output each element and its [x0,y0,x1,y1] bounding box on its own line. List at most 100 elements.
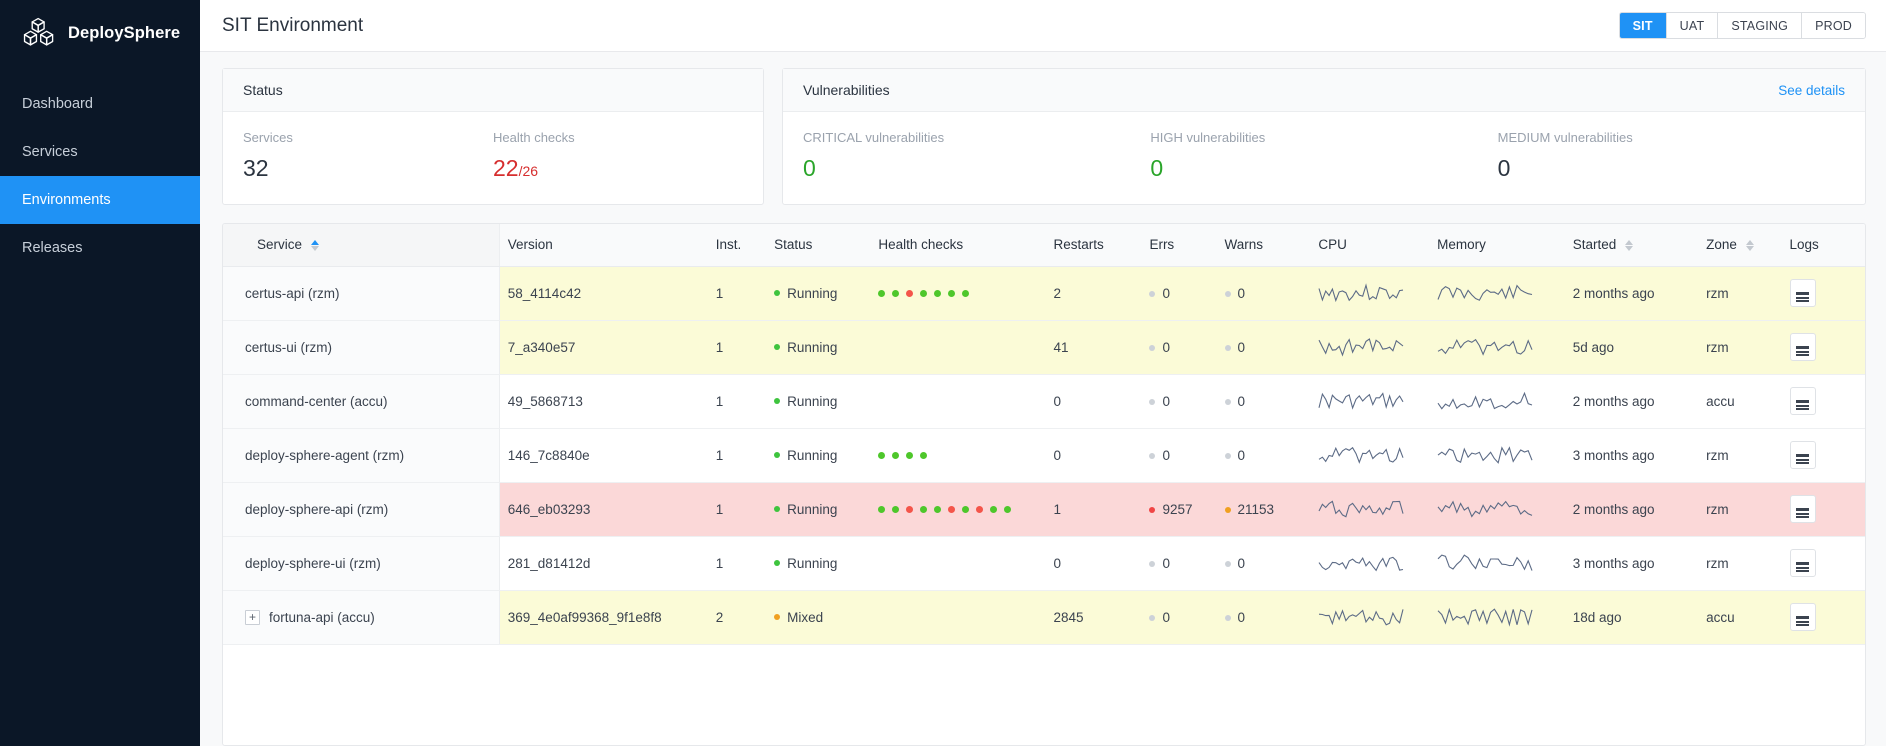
cell-cpu-sparkline [1310,536,1430,591]
status-card-header: Status [223,69,763,112]
chevron-down-icon [310,246,319,252]
sort-indicator-service[interactable] [310,240,319,252]
cell-health-checks [870,320,1046,375]
chevron-down-icon [1745,246,1754,252]
list-lines-icon [1796,562,1810,572]
sort-indicator-started[interactable] [1624,240,1633,252]
table-row[interactable]: certus-ui (rzm) 7_a340e57 1 Running 41 0 0 5d a… [223,320,1865,375]
cell-service[interactable]: + fortuna-api (accu) [223,590,500,645]
cell-warns: 0 [1216,266,1311,321]
brand[interactable]: DeploySphere [0,0,200,66]
logs-button[interactable] [1789,603,1816,631]
status-card-body: Services 32 Health checks 22/26 [223,112,763,204]
col-header-warns[interactable]: Warns [1216,224,1311,267]
col-header-version[interactable]: Version [499,224,708,267]
app-root: DeploySphere Dashboard Services Environm… [0,0,1886,746]
errs-value: 0 [1162,393,1170,409]
cell-zone: rzm [1698,266,1782,321]
col-label: CPU [1318,237,1347,253]
col-header-logs: Logs [1781,224,1865,267]
status-dot-icon [774,560,781,566]
cell-errs: 0 [1141,536,1217,591]
col-label: Restarts [1053,237,1104,253]
col-header-errs[interactable]: Errs [1141,224,1217,267]
cell-memory-sparkline [1429,374,1565,429]
health-dot-ok [962,289,970,297]
col-header-memory[interactable]: Memory [1429,224,1565,267]
col-header-restarts[interactable]: Restarts [1045,224,1142,267]
cell-zone: accu [1698,374,1782,429]
cell-inst: 1 [707,374,767,429]
list-lines-icon [1796,346,1810,356]
cell-started: 18d ago [1564,590,1699,645]
tab-staging[interactable]: STAGING [1718,13,1803,38]
warns-value: 21153 [1237,501,1275,517]
col-header-health-checks[interactable]: Health checks [870,224,1046,267]
chevron-up-icon [1745,240,1754,246]
cell-health-checks [870,428,1046,483]
cell-service[interactable]: deploy-sphere-ui (rzm) [223,536,500,591]
table-row[interactable]: + fortuna-api (accu) 369_4e0af99368_9f1e8f… [223,590,1865,645]
logs-button[interactable] [1789,333,1816,361]
sidebar-item-services[interactable]: Services [0,128,200,176]
errs-value: 0 [1162,447,1170,463]
cell-status: Running [766,266,871,321]
tab-prod[interactable]: PROD [1802,13,1865,38]
metric-value: 0 [1497,155,1511,181]
cell-service[interactable]: deploy-sphere-agent (rzm) [223,428,500,483]
services-table-header-row: Service Version Inst. Status Health chec… [223,224,1865,267]
tab-uat[interactable]: UAT [1666,13,1719,38]
logs-button[interactable] [1789,279,1816,307]
col-header-started[interactable]: Started [1564,224,1699,267]
service-name: fortuna-api (accu) [269,609,375,625]
sidebar-item-dashboard[interactable]: Dashboard [0,80,200,128]
cell-service[interactable]: certus-ui (rzm) [223,320,500,375]
cell-restarts: 2 [1045,266,1142,321]
tab-sit[interactable]: SIT [1619,13,1667,38]
metric-value: 22/26 [493,155,743,182]
logs-button[interactable] [1789,387,1816,415]
sort-indicator-zone[interactable] [1745,240,1754,252]
cell-cpu-sparkline [1310,590,1430,645]
status-label: Mixed [787,609,824,625]
metric-value-total: /26 [518,163,539,179]
cell-status: Running [766,482,871,537]
cell-zone: rzm [1698,428,1782,483]
warns-dot-icon [1224,290,1231,297]
sidebar-nav: Dashboard Services Environments Releases [0,80,200,272]
row-expand-button[interactable]: + [245,609,260,625]
logs-button[interactable] [1789,495,1816,523]
col-header-cpu[interactable]: CPU [1310,224,1430,267]
cell-warns: 21153 [1216,482,1311,537]
see-details-link[interactable]: See details [1778,83,1845,98]
table-row[interactable]: certus-api (rzm) 58_4114c42 1 Running 2 0 0 2 m… [223,266,1865,321]
sidebar-item-environments[interactable]: Environments [0,176,200,224]
cell-health-checks [870,482,1046,537]
col-header-status[interactable]: Status [766,224,871,267]
col-header-inst[interactable]: Inst. [707,224,767,267]
col-header-service[interactable]: Service [223,224,500,267]
col-label: Started [1572,237,1617,253]
sidebar-item-label: Environments [22,192,111,208]
table-row[interactable]: deploy-sphere-ui (rzm) 281_d81412d 1 Runnin… [223,536,1865,591]
metric-label: Services [243,130,293,145]
cell-memory-sparkline [1429,590,1565,645]
logs-button[interactable] [1789,441,1816,469]
table-row[interactable]: deploy-sphere-api (rzm) 646_eb03293 1 Runni… [223,482,1865,537]
cell-zone: rzm [1698,482,1782,537]
col-header-zone[interactable]: Zone [1698,224,1782,267]
cell-version: 7_a340e57 [499,320,708,375]
cell-memory-sparkline [1429,482,1565,537]
warns-value: 0 [1237,555,1246,571]
table-row[interactable]: command-center (accu) 49_5868713 1 Running 0… [223,374,1865,429]
table-row[interactable]: deploy-sphere-agent (rzm) 146_7c8840e 1 Run… [223,428,1865,483]
cell-service[interactable]: command-center (accu) [223,374,500,429]
status-dot-icon [774,614,781,620]
cell-service[interactable]: certus-api (rzm) [223,266,500,321]
cell-service[interactable]: deploy-sphere-api (rzm) [223,482,500,537]
list-lines-icon [1796,616,1810,626]
sidebar-item-releases[interactable]: Releases [0,224,200,272]
logs-button[interactable] [1789,549,1816,577]
tab-label: PROD [1815,18,1852,33]
warns-value: 0 [1237,609,1246,625]
